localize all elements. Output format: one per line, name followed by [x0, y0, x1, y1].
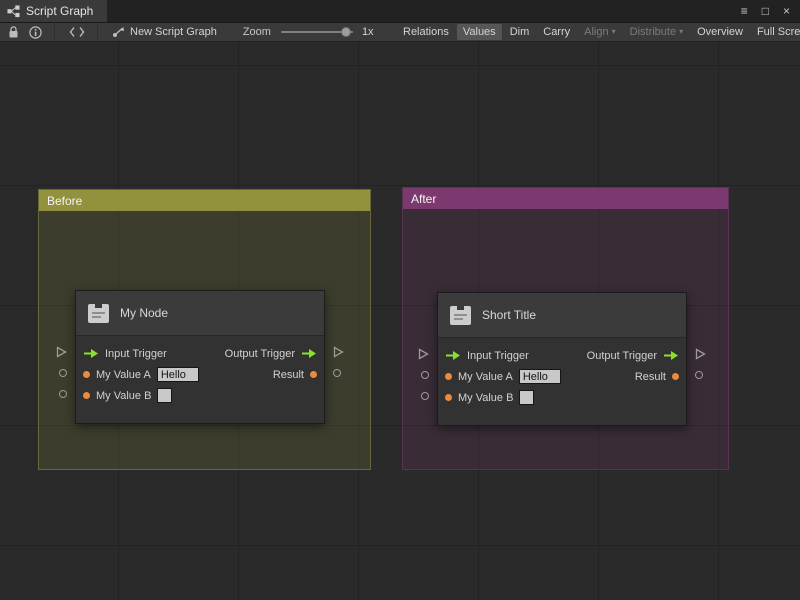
distribute-button: Distribute▾ [624, 24, 689, 40]
node-title: My Node [120, 306, 168, 320]
input-trigger-port[interactable] [56, 346, 67, 358]
tab-title: Script Graph [26, 4, 93, 18]
toolbar-left: New Script Graph Zoom 1x [0, 23, 374, 41]
value-a-row: My Value A Result [76, 364, 324, 385]
result-port-icon[interactable] [310, 371, 317, 378]
zoom-value: 1x [362, 26, 374, 38]
output-trigger-label: Output Trigger [225, 348, 295, 360]
value-a-input[interactable] [519, 369, 561, 384]
maximize-icon[interactable]: □ [762, 4, 769, 18]
value-b-label: My Value B [96, 390, 151, 402]
result-port[interactable] [333, 369, 341, 377]
group-after-label: After [411, 192, 436, 206]
close-icon[interactable]: × [783, 4, 790, 18]
group-before-header[interactable]: Before [39, 190, 370, 211]
value-a-port-icon[interactable] [83, 371, 90, 378]
chevron-down-icon: ▾ [679, 27, 683, 36]
zoom-slider-knob[interactable] [341, 27, 351, 37]
result-label: Result [635, 371, 666, 383]
carry-button[interactable]: Carry [537, 24, 576, 40]
value-b-port-icon[interactable] [83, 392, 90, 399]
input-trigger-port[interactable] [418, 348, 429, 360]
script-graph-tab-icon [7, 5, 20, 18]
tab-script-graph[interactable]: Script Graph [0, 0, 107, 22]
node-header[interactable]: Short Title [438, 293, 686, 338]
node-body: Input Trigger Output Trigger My Value A … [438, 338, 686, 425]
value-a-label: My Value A [458, 371, 513, 383]
graph-toolbar: New Script Graph Zoom 1x Relations Value… [0, 22, 800, 42]
value-a-port-icon[interactable] [445, 373, 452, 380]
fullscreen-button[interactable]: Full Screen [751, 24, 800, 40]
chevron-down-icon: ▾ [612, 27, 616, 36]
node-body: Input Trigger Output Trigger My Value A … [76, 336, 324, 423]
node-box: Short Title Input Trigger Output Trigger… [437, 292, 687, 426]
toolbar-separator [54, 25, 55, 39]
value-a-input[interactable] [157, 367, 199, 382]
info-icon[interactable] [29, 26, 42, 39]
output-trigger-label: Output Trigger [587, 350, 657, 362]
window-menu-icon[interactable]: ≡ [741, 4, 748, 18]
zoom-label: Zoom [243, 26, 271, 38]
node-title: Short Title [482, 308, 536, 322]
lock-icon[interactable] [8, 26, 19, 39]
overview-button[interactable]: Overview [691, 24, 749, 40]
result-label: Result [273, 369, 304, 381]
code-graph-icon[interactable] [69, 26, 85, 38]
value-a-label: My Value A [96, 369, 151, 381]
toolbar-separator [97, 25, 98, 39]
input-trigger-label: Input Trigger [467, 350, 529, 362]
group-before-label: Before [47, 194, 82, 208]
values-button[interactable]: Values [457, 24, 502, 40]
output-trigger-port[interactable] [695, 348, 706, 360]
unit-icon [449, 305, 472, 326]
graph-canvas[interactable]: Before After My Node Inp [0, 42, 800, 600]
unit-icon [87, 303, 110, 324]
graph-asset-icon [112, 26, 125, 38]
zoom-slider[interactable] [281, 31, 353, 33]
relations-button[interactable]: Relations [397, 24, 455, 40]
value-b-label: My Value B [458, 392, 513, 404]
group-after-header[interactable]: After [403, 188, 728, 209]
value-a-row: My Value A Result [438, 366, 686, 387]
value-b-port[interactable] [421, 392, 429, 400]
dim-button[interactable]: Dim [504, 24, 536, 40]
value-b-row: My Value B [76, 385, 324, 406]
value-a-port[interactable] [59, 369, 67, 377]
trigger-row: Input Trigger Output Trigger [76, 343, 324, 364]
node-box: My Node Input Trigger Output Trigger My … [75, 290, 325, 424]
value-b-input[interactable] [519, 390, 534, 405]
value-b-port-icon[interactable] [445, 394, 452, 401]
align-button: Align▾ [578, 24, 621, 40]
trigger-row: Input Trigger Output Trigger [438, 345, 686, 366]
titlebar: Script Graph ≡ □ × [0, 0, 800, 22]
result-port-icon[interactable] [672, 373, 679, 380]
input-trigger-icon[interactable] [445, 350, 461, 361]
output-trigger-port[interactable] [333, 346, 344, 358]
graph-name-label[interactable]: New Script Graph [130, 26, 217, 38]
node-short-title[interactable]: Short Title Input Trigger Output Trigger… [437, 292, 687, 426]
node-my-node[interactable]: My Node Input Trigger Output Trigger My … [75, 290, 325, 424]
node-header[interactable]: My Node [76, 291, 324, 336]
value-a-port[interactable] [421, 371, 429, 379]
output-trigger-icon[interactable] [301, 348, 317, 359]
window-controls: ≡ □ × [741, 0, 800, 22]
input-trigger-label: Input Trigger [105, 348, 167, 360]
value-b-port[interactable] [59, 390, 67, 398]
output-trigger-icon[interactable] [663, 350, 679, 361]
input-trigger-icon[interactable] [83, 348, 99, 359]
script-graph-window: Script Graph ≡ □ × New Script Graph [0, 0, 800, 600]
toolbar-buttons: Relations Values Dim Carry Align▾ Distri… [397, 23, 800, 41]
value-b-row: My Value B [438, 387, 686, 408]
result-port[interactable] [695, 371, 703, 379]
value-b-input[interactable] [157, 388, 172, 403]
